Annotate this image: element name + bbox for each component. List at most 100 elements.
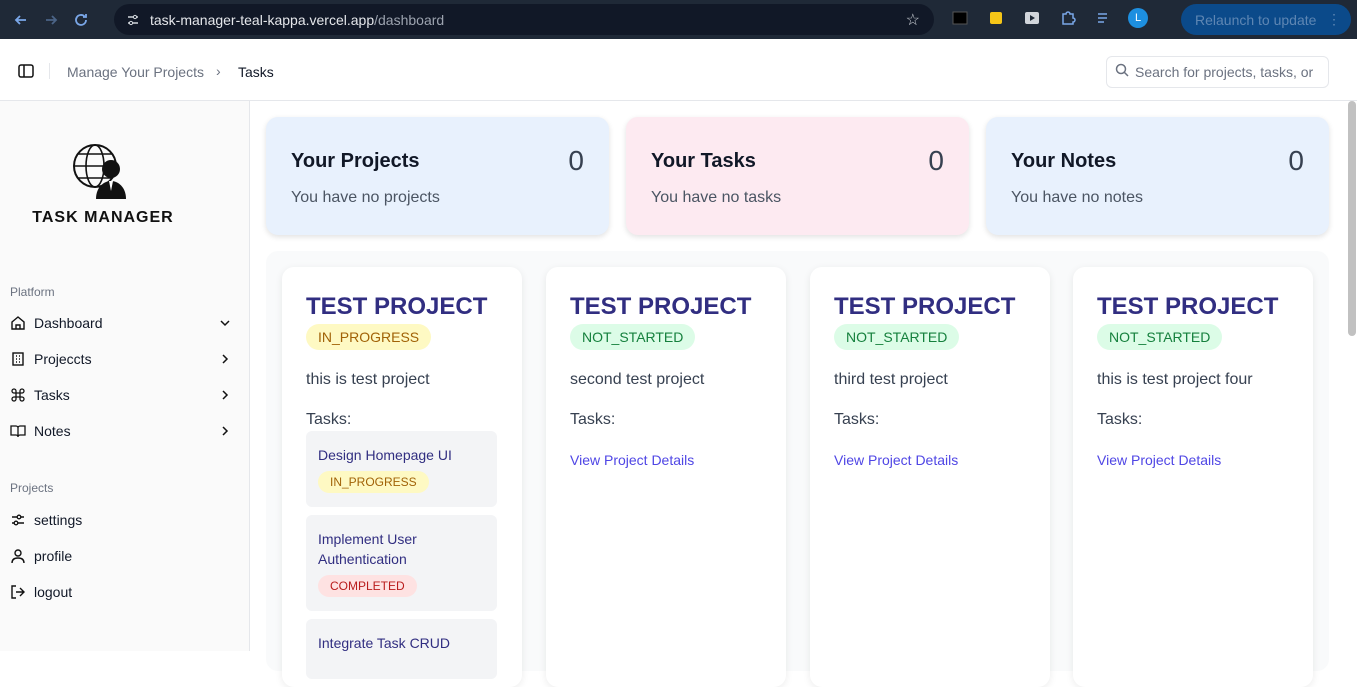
stat-title: Your Notes bbox=[1011, 150, 1117, 172]
sidebar-item-profile[interactable]: profile bbox=[10, 542, 240, 570]
status-badge: NOT_STARTED bbox=[834, 324, 960, 350]
projects-grid: TEST PROJECT IN_PROGRESS this is test pr… bbox=[266, 251, 1329, 687]
project-card[interactable]: TEST PROJECT NOT_STARTED this is test pr… bbox=[1073, 267, 1313, 687]
logo-text: TASK MANAGER bbox=[32, 209, 174, 226]
breadcrumb-current: Tasks bbox=[238, 64, 274, 80]
back-icon[interactable] bbox=[6, 5, 36, 35]
menu-dots-icon[interactable]: ⋮ bbox=[1327, 11, 1341, 28]
sidebar-toggle-icon[interactable] bbox=[16, 61, 36, 81]
stat-subtitle: You have no tasks bbox=[651, 189, 782, 206]
building-icon bbox=[10, 351, 26, 367]
page-scrollbar[interactable] bbox=[1348, 101, 1356, 336]
project-title: TEST PROJECT bbox=[570, 293, 752, 320]
task-name[interactable]: Design Homepage UI bbox=[318, 445, 488, 465]
chevron-right-icon bbox=[218, 388, 232, 402]
sidebar-item-label: settings bbox=[34, 512, 83, 528]
profile-avatar[interactable]: L bbox=[1128, 8, 1148, 28]
address-bar[interactable]: task-manager-teal-kappa.vercel.app/dashb… bbox=[114, 4, 934, 35]
project-title: TEST PROJECT bbox=[834, 293, 1016, 320]
sliders-icon bbox=[10, 512, 26, 528]
main-content: Your Projects 0 You have no projects You… bbox=[250, 101, 1357, 687]
tasks-label: Tasks: bbox=[834, 411, 880, 428]
status-badge: NOT_STARTED bbox=[1097, 324, 1223, 350]
task-item[interactable]: Integrate Task CRUD bbox=[306, 619, 497, 679]
tasks-label: Tasks: bbox=[570, 411, 616, 428]
sidebar-item-label: Tasks bbox=[34, 387, 70, 403]
stat-count: 0 bbox=[568, 145, 584, 176]
projects-group-label: Projects bbox=[10, 481, 54, 495]
stat-count: 0 bbox=[928, 145, 944, 176]
video-extension-icon[interactable] bbox=[1020, 6, 1044, 30]
task-item[interactable]: Implement User Authentication COMPLETED bbox=[306, 515, 497, 611]
project-title: TEST PROJECT bbox=[306, 293, 488, 320]
sidebar-item-notes[interactable]: Notes bbox=[10, 417, 240, 445]
task-status-badge: IN_PROGRESS bbox=[318, 471, 429, 493]
project-title: TEST PROJECT bbox=[1097, 293, 1279, 320]
app-logo: TASK MANAGER bbox=[28, 141, 178, 236]
stat-title: Your Tasks bbox=[651, 150, 756, 172]
book-icon bbox=[10, 423, 26, 439]
sidebar-item-label: Dashboard bbox=[34, 315, 103, 331]
stat-card-tasks[interactable]: Your Tasks 0 You have no tasks bbox=[626, 117, 969, 235]
task-name[interactable]: Implement User Authentication bbox=[318, 529, 488, 569]
project-description: third test project bbox=[834, 371, 948, 388]
breadcrumb-parent[interactable]: Manage Your Projects bbox=[67, 64, 204, 80]
task-item[interactable]: Design Homepage UI IN_PROGRESS bbox=[306, 431, 497, 507]
header-divider bbox=[49, 63, 50, 79]
sidebar-item-label: profile bbox=[34, 548, 73, 564]
home-icon bbox=[10, 315, 26, 331]
sidebar-item-label: Projeccts bbox=[34, 351, 92, 367]
stat-card-projects[interactable]: Your Projects 0 You have no projects bbox=[266, 117, 609, 235]
search-icon bbox=[1115, 63, 1129, 82]
project-description: this is test project bbox=[306, 371, 430, 388]
project-card[interactable]: TEST PROJECT NOT_STARTED third test proj… bbox=[810, 267, 1050, 687]
puzzle-icon[interactable] bbox=[1056, 6, 1080, 30]
view-project-details-link[interactable]: View Project Details bbox=[834, 452, 958, 468]
bookmark-star-icon[interactable]: ☆ bbox=[906, 10, 920, 30]
logout-icon bbox=[10, 584, 26, 600]
platform-group-label: Platform bbox=[10, 285, 55, 299]
stat-card-notes[interactable]: Your Notes 0 You have no notes bbox=[986, 117, 1329, 235]
project-description: this is test project four bbox=[1097, 371, 1253, 388]
task-status-badge: COMPLETED bbox=[318, 575, 417, 597]
stat-title: Your Projects bbox=[291, 150, 420, 172]
user-icon bbox=[10, 548, 26, 564]
task-name[interactable]: Integrate Task CRUD bbox=[318, 633, 488, 653]
chevron-down-icon bbox=[218, 316, 232, 330]
view-project-details-link[interactable]: View Project Details bbox=[1097, 452, 1221, 468]
command-icon bbox=[10, 387, 26, 403]
sidebar-item-settings[interactable]: settings bbox=[10, 506, 240, 534]
project-card[interactable]: TEST PROJECT NOT_STARTED second test pro… bbox=[546, 267, 786, 687]
sidebar-item-label: logout bbox=[34, 584, 73, 600]
breadcrumb-chevron-icon: › bbox=[216, 63, 221, 79]
app-header: Manage Your Projects › Tasks bbox=[0, 39, 1357, 101]
chevron-right-icon bbox=[218, 424, 232, 438]
search-input[interactable] bbox=[1135, 64, 1315, 80]
chevron-right-icon bbox=[218, 352, 232, 366]
project-description: second test project bbox=[570, 371, 705, 388]
status-badge: NOT_STARTED bbox=[570, 324, 696, 350]
view-project-details-link[interactable]: View Project Details bbox=[570, 452, 694, 468]
stat-subtitle: You have no projects bbox=[291, 189, 440, 206]
globe-user-icon bbox=[73, 144, 126, 199]
search-box[interactable] bbox=[1106, 56, 1329, 88]
sidebar: TASK MANAGER Platform Dashboard Projecct… bbox=[0, 101, 250, 651]
stat-count: 0 bbox=[1288, 145, 1304, 176]
url-text: task-manager-teal-kappa.vercel.app/dashb… bbox=[150, 11, 445, 28]
notes-extension-icon[interactable] bbox=[984, 6, 1008, 30]
browser-toolbar: task-manager-teal-kappa.vercel.app/dashb… bbox=[0, 0, 1357, 39]
reload-icon[interactable] bbox=[66, 5, 96, 35]
site-settings-icon[interactable] bbox=[122, 9, 144, 31]
sidebar-item-projects[interactable]: Projeccts bbox=[10, 345, 240, 373]
extension-icon[interactable] bbox=[948, 6, 972, 30]
tasks-label: Tasks: bbox=[306, 411, 352, 428]
forward-icon[interactable] bbox=[36, 5, 66, 35]
sidebar-item-logout[interactable]: logout bbox=[10, 578, 240, 606]
stat-subtitle: You have no notes bbox=[1011, 189, 1143, 206]
sidebar-item-tasks[interactable]: Tasks bbox=[10, 381, 240, 409]
relaunch-button[interactable]: Relaunch to update ⋮ bbox=[1181, 4, 1351, 35]
media-queue-icon[interactable] bbox=[1092, 6, 1116, 30]
project-card[interactable]: TEST PROJECT IN_PROGRESS this is test pr… bbox=[282, 267, 522, 687]
status-badge: IN_PROGRESS bbox=[306, 324, 432, 350]
sidebar-item-dashboard[interactable]: Dashboard bbox=[10, 309, 240, 337]
